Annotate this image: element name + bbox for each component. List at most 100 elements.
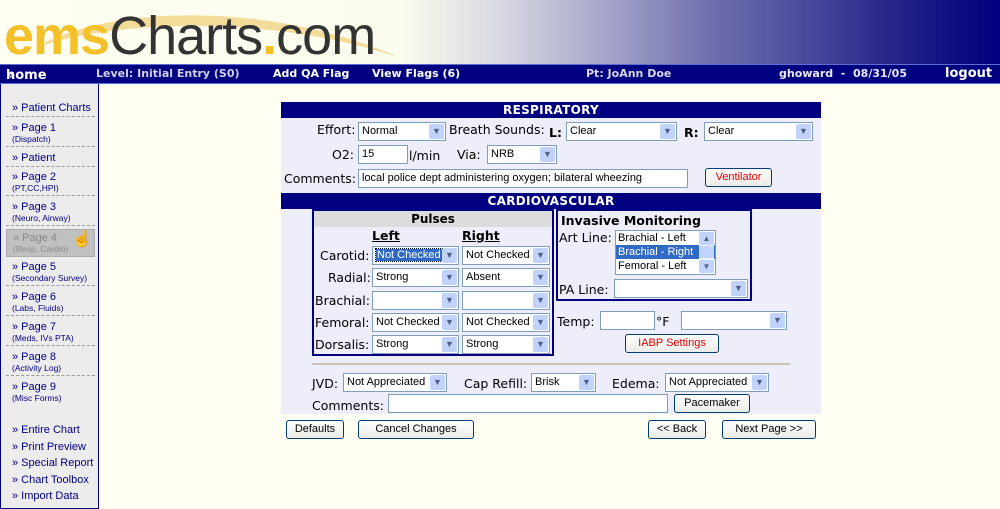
invasive-monitoring-box: Invasive Monitoring Art Line: Brachial -…	[556, 209, 752, 301]
sidebar-item-page-3[interactable]: » Page 3 (Neuro, Airway)	[6, 199, 95, 226]
cap-refill-label: Cap Refill:	[464, 376, 528, 391]
edema-select[interactable]: Not Appreciated ▼	[665, 373, 769, 392]
art-line-listbox[interactable]: Brachial - Left Brachial - Right Femoral…	[615, 230, 716, 275]
radial-left-select[interactable]: Strong ▼	[372, 268, 459, 287]
cap-refill-select[interactable]: Brisk ▼	[531, 373, 596, 392]
chevron-down-icon: ▼	[533, 315, 548, 330]
o2-unit-label: l/min	[409, 148, 441, 163]
dorsalis-right-select[interactable]: Strong ▼	[462, 335, 550, 354]
temp-unit-label: °F	[656, 314, 670, 329]
chevron-down-icon: ▼	[429, 124, 444, 139]
chevron-down-icon: ▼	[442, 270, 457, 285]
pa-line-select[interactable]: ▼	[614, 279, 748, 298]
carotid-left-select[interactable]: Not Checked ▼	[372, 246, 459, 265]
carotid-label: Carotid:	[320, 248, 370, 263]
ventilator-button[interactable]: Ventilator	[705, 168, 772, 187]
sidebar-item-patient-charts[interactable]: » Patient Charts	[6, 100, 95, 117]
hand-cursor-icon: ☝	[72, 231, 92, 248]
user-date: ghoward - 08/31/05	[779, 67, 907, 80]
emscharts-logo[interactable]: emsCharts.com	[4, 6, 376, 64]
sidebar-link-import-data[interactable]: » Import Data	[6, 488, 95, 504]
brachial-left-select[interactable]: ▼	[372, 291, 459, 310]
sidebar-link-print-preview[interactable]: » Print Preview	[6, 439, 95, 455]
temp-site-select[interactable]: ▼	[681, 311, 787, 330]
dorsalis-left-select[interactable]: Strong ▼	[372, 335, 459, 354]
chevron-down-icon: ▼	[731, 281, 746, 296]
art-line-scrollbar[interactable]: ▲ ▼	[699, 232, 714, 273]
edema-label: Edema:	[612, 376, 660, 391]
jvd-select[interactable]: Not Appreciated ▼	[343, 373, 447, 392]
breath-sounds-label: Breath Sounds:	[449, 122, 545, 137]
brachial-label: Brachial:	[315, 293, 370, 308]
back-button[interactable]: << Back	[648, 420, 706, 439]
via-label: Via:	[457, 147, 481, 162]
defaults-button[interactable]: Defaults	[286, 420, 344, 439]
sidebar-item-page-6[interactable]: » Page 6 (Labs, Fluids)	[6, 289, 95, 316]
top-navbar: » home Level: Initial Entry (S0) Add QA F…	[0, 64, 1000, 84]
patient-name: Pt: JoAnn Doe	[586, 67, 672, 80]
jvd-label: JVD:	[312, 376, 339, 391]
chevron-down-icon: ▼	[533, 293, 548, 308]
logout-link[interactable]: logout	[945, 66, 992, 81]
chart-form-panel: RESPIRATORY Effort: Normal ▼ Breath Sound…	[281, 102, 821, 414]
section-divider	[312, 363, 790, 365]
sidebar-link-special-report[interactable]: » Special Report	[6, 455, 95, 471]
pulses-box: Pulses Left Right Carotid: Not Checked ▼ …	[312, 209, 554, 356]
view-flags-link[interactable]: View Flags (6)	[372, 67, 460, 80]
cardio-comments-input[interactable]	[388, 394, 668, 413]
sidebar-item-page-7[interactable]: » Page 7 (Meds, IVs PTA)	[6, 319, 95, 346]
pa-line-label: PA Line:	[559, 282, 609, 297]
add-qa-flag-link[interactable]: Add QA Flag	[273, 67, 349, 80]
effort-select[interactable]: Normal ▼	[358, 122, 446, 141]
chevron-down-icon: ▼	[533, 337, 548, 352]
femoral-right-select[interactable]: Not Checked ▼	[462, 313, 550, 332]
iabp-settings-button[interactable]: IABP Settings	[625, 334, 719, 353]
breath-sounds-left-select[interactable]: Clear ▼	[566, 122, 677, 141]
chevron-down-icon: ▼	[430, 375, 445, 390]
next-page-button[interactable]: Next Page >>	[722, 420, 816, 439]
chevron-down-icon: ▼	[579, 375, 594, 390]
temp-label: Temp:	[557, 314, 595, 329]
sidebar-item-page-8[interactable]: » Page 8 (Activity Log)	[6, 349, 95, 376]
sidebar-item-page-9[interactable]: » Page 9 (Misc Forms)	[6, 379, 95, 405]
chevron-down-icon: ▼	[796, 124, 811, 139]
scroll-up-icon[interactable]: ▲	[699, 232, 714, 245]
o2-input[interactable]: 15	[358, 145, 408, 164]
sidebar-item-page-2[interactable]: » Page 2 (PT,CC,HPI)	[6, 169, 95, 196]
respiratory-comments-label: Comments:	[284, 171, 356, 186]
sidebar-item-page-1[interactable]: » Page 1 (Dispatch)	[6, 120, 95, 147]
pulses-left-header: Left	[372, 228, 400, 243]
cancel-changes-button[interactable]: Cancel Changes	[358, 420, 474, 439]
pulses-right-header: Right	[462, 228, 500, 243]
radial-right-select[interactable]: Absent ▼	[462, 268, 550, 287]
chevron-down-icon: ▼	[442, 315, 457, 330]
temp-input[interactable]	[600, 311, 655, 330]
chevron-down-icon: ▼	[752, 375, 767, 390]
chevron-down-icon: ▼	[533, 248, 548, 263]
breath-sounds-right-select[interactable]: Clear ▼	[704, 122, 813, 141]
radial-label: Radial:	[328, 270, 371, 285]
femoral-left-select[interactable]: Not Checked ▼	[372, 313, 459, 332]
sidebar-item-page-5[interactable]: » Page 5 (Secondary Survey)	[6, 259, 95, 286]
sidebar-link-chart-toolbox[interactable]: » Chart Toolbox	[6, 472, 95, 488]
art-line-label: Art Line:	[559, 230, 612, 245]
sidebar-link-entire-chart[interactable]: » Entire Chart	[6, 422, 95, 438]
sidebar-item-page-4[interactable]: » Page 4 (Resp, Cardio) ☝	[6, 229, 95, 257]
invasive-monitoring-title: Invasive Monitoring	[561, 213, 701, 228]
breath-sounds-left-label: L:	[549, 125, 562, 140]
respiratory-header: RESPIRATORY	[281, 102, 821, 118]
effort-label: Effort:	[317, 122, 356, 137]
chevron-down-icon: ▼	[442, 337, 457, 352]
brachial-right-select[interactable]: ▼	[462, 291, 550, 310]
femoral-label: Femoral:	[315, 315, 370, 330]
pacemaker-button[interactable]: Pacemaker	[674, 394, 750, 413]
carotid-right-select[interactable]: Not Checked ▼	[462, 246, 550, 265]
sidebar-item-patient[interactable]: » Patient	[6, 150, 95, 167]
chevron-down-icon: ▼	[540, 147, 555, 162]
scroll-thumb[interactable]	[699, 246, 714, 258]
scroll-down-icon[interactable]: ▼	[699, 260, 714, 273]
respiratory-comments-input[interactable]: local police dept administering oxygen; …	[358, 169, 688, 188]
chevron-down-icon: ▼	[660, 124, 675, 139]
cardiovascular-header: CARDIOVASCULAR	[281, 193, 821, 209]
via-select[interactable]: NRB ▼	[487, 145, 557, 164]
